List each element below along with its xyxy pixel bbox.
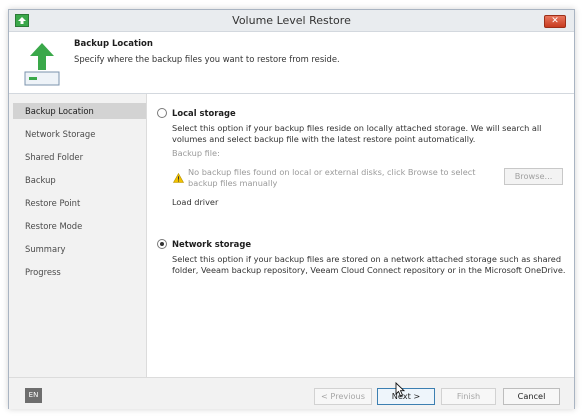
- no-backup-warning: No backup files found on local or extern…: [188, 167, 476, 188]
- browse-button[interactable]: Browse...: [504, 168, 563, 185]
- network-storage-label[interactable]: Network storage: [172, 239, 251, 249]
- sidebar-item-summary[interactable]: Summary: [13, 241, 146, 257]
- next-button[interactable]: Next >: [377, 388, 435, 405]
- backup-file-label: Backup file:: [172, 148, 220, 158]
- close-button[interactable]: ✕: [544, 15, 566, 28]
- previous-button[interactable]: < Previous: [314, 388, 372, 405]
- language-indicator[interactable]: EN: [25, 388, 42, 403]
- sidebar-item-backup[interactable]: Backup: [13, 172, 146, 188]
- mouse-cursor-icon: [395, 382, 406, 397]
- warning-icon: [173, 173, 184, 183]
- upload-arrow-icon: [24, 43, 60, 86]
- load-driver-link[interactable]: Load driver: [172, 197, 272, 208]
- network-storage-radio[interactable]: [157, 239, 167, 249]
- title-bar[interactable]: Volume Level Restore ✕: [9, 10, 574, 32]
- radio-selected-dot: [160, 242, 164, 246]
- sidebar-item-progress[interactable]: Progress: [13, 264, 146, 280]
- wizard-footer: EN < Previous Next > Finish Cancel: [9, 377, 574, 409]
- wizard-content: Local storage Select this option if your…: [148, 94, 574, 377]
- sidebar-item-shared-folder[interactable]: Shared Folder: [13, 149, 146, 165]
- finish-button[interactable]: Finish: [441, 388, 496, 405]
- network-storage-description: Select this option if your backup files …: [172, 254, 566, 275]
- local-storage-label[interactable]: Local storage: [172, 108, 236, 118]
- wizard-header: Backup Location Specify where the backup…: [9, 32, 574, 94]
- restore-wizard-window: Volume Level Restore ✕ Backup Location S…: [8, 9, 575, 409]
- local-storage-description: Select this option if your backup files …: [172, 123, 542, 144]
- page-subtitle: Specify where the backup files you want …: [74, 54, 340, 64]
- cancel-button[interactable]: Cancel: [503, 388, 560, 405]
- wizard-steps-sidebar: Backup Location Network Storage Shared F…: [9, 94, 147, 377]
- sidebar-item-backup-location[interactable]: Backup Location: [13, 103, 146, 119]
- sidebar-item-network-storage[interactable]: Network Storage: [13, 126, 146, 142]
- page-title: Backup Location: [74, 39, 153, 49]
- local-storage-radio[interactable]: [157, 108, 167, 118]
- window-title: Volume Level Restore: [232, 14, 351, 27]
- sidebar-item-restore-point[interactable]: Restore Point: [13, 195, 146, 211]
- sidebar-item-restore-mode[interactable]: Restore Mode: [13, 218, 146, 234]
